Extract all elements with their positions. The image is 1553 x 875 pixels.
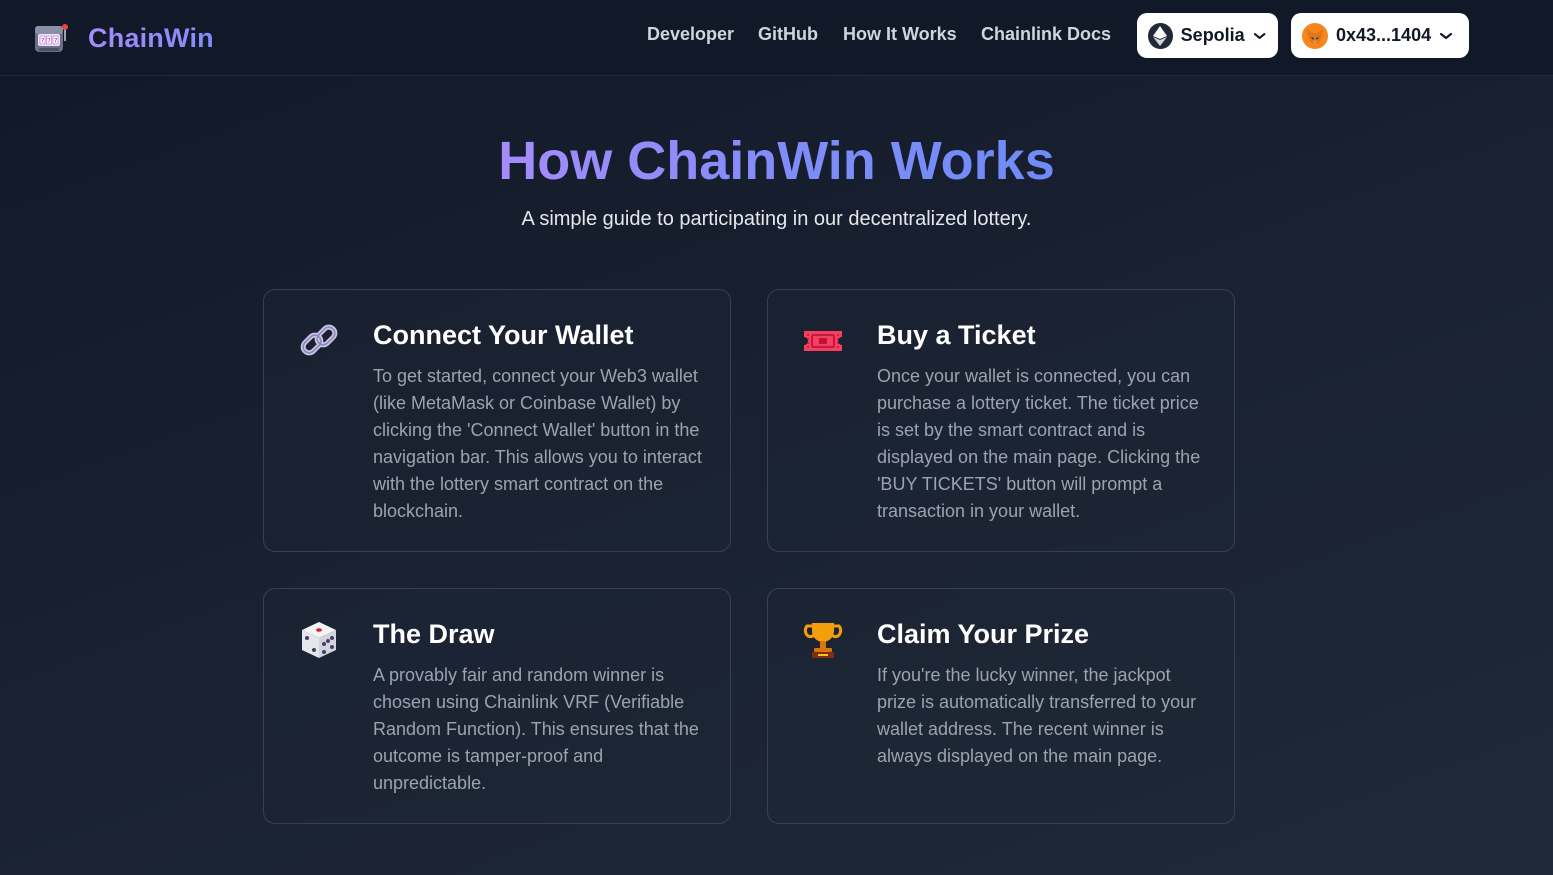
- nav-link-github[interactable]: GitHub: [758, 24, 818, 45]
- navbar: 7 7 7 ChainWin Developer GitHub How It W…: [0, 0, 1553, 76]
- account-button[interactable]: 0x43...1404: [1291, 13, 1469, 58]
- page-title: How ChainWin Works: [498, 131, 1055, 191]
- brand-name: ChainWin: [88, 22, 214, 53]
- ethereum-icon: [1148, 22, 1173, 49]
- step-card-connect-wallet: Connect Your Wallet To get started, conn…: [263, 289, 731, 552]
- nav-link-how-it-works[interactable]: How It Works: [843, 24, 957, 45]
- svg-text:7: 7: [54, 38, 58, 45]
- step-card-the-draw: The Draw A provably fair and random winn…: [263, 588, 731, 824]
- chevron-down-icon: [1253, 32, 1266, 39]
- chevron-down-icon: [1439, 32, 1453, 39]
- slot-machine-icon: 7 7 7: [35, 24, 68, 52]
- step-card-buy-ticket: Buy a Ticket Once your wallet is connect…: [767, 289, 1235, 552]
- step-description: If you're the lucky winner, the jackpot …: [877, 665, 1197, 766]
- dice-icon: [302, 622, 336, 658]
- network-selector-button[interactable]: Sepolia: [1137, 13, 1278, 58]
- step-title: Connect Your Wallet: [373, 320, 634, 350]
- step-title: Buy a Ticket: [877, 320, 1036, 350]
- network-label: Sepolia: [1180, 25, 1245, 45]
- nav-link-chainlink-docs[interactable]: Chainlink Docs: [981, 24, 1111, 45]
- nav-link-developer[interactable]: Developer: [647, 24, 734, 45]
- step-title: Claim Your Prize: [877, 619, 1090, 649]
- brand[interactable]: 7 7 7 ChainWin: [33, 20, 214, 56]
- account-address: 0x43...1404: [1336, 25, 1432, 45]
- trophy-icon: [803, 623, 843, 658]
- ticket-icon: [804, 331, 842, 351]
- step-description: A provably fair and random winner is cho…: [373, 665, 699, 793]
- page-subtitle: A simple guide to participating in our d…: [521, 208, 1032, 230]
- metamask-fox-icon: [1302, 22, 1328, 49]
- step-description: To get started, connect your Web3 wallet…: [373, 366, 702, 521]
- svg-text:7: 7: [47, 38, 51, 45]
- svg-text:7: 7: [41, 38, 45, 45]
- step-description: Once your wallet is connected, you can p…: [877, 366, 1201, 521]
- link-icon: [300, 324, 338, 356]
- step-card-claim-prize: Claim Your Prize If you're the lucky win…: [767, 588, 1235, 824]
- step-title: The Draw: [373, 619, 495, 649]
